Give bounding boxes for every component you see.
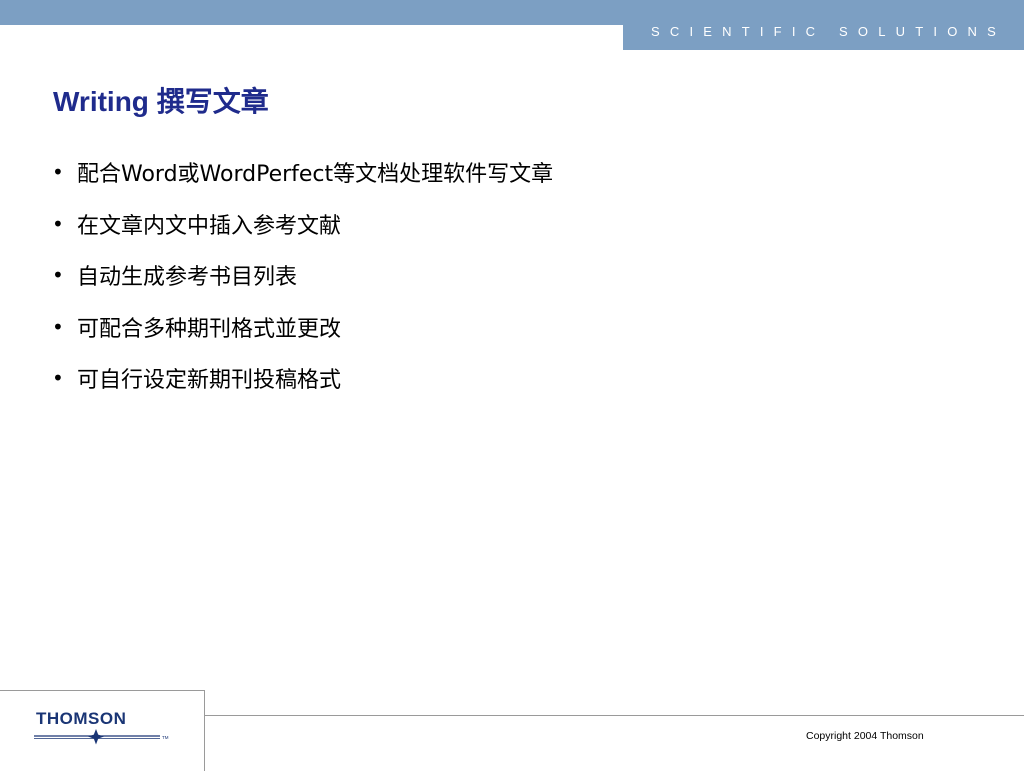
bullet-item: • 在文章内文中插入参考文献: [52, 207, 553, 241]
thomson-star-icon: TM: [34, 729, 169, 745]
bullet-marker: •: [52, 314, 64, 339]
bullet-text: 可自行设定新期刊投稿格式: [77, 368, 342, 394]
bullet-text: 在文章内文中插入参考文献: [77, 213, 342, 239]
slide-title: Writing 撰写文章: [53, 86, 269, 117]
logo-wordmark: THOMSON: [36, 709, 127, 728]
bullet-text: 配合Word或WordPerfect等文档处理软件写文章: [77, 162, 554, 187]
bullet-marker: •: [52, 263, 64, 288]
brand-tagline: SCIENTIFIC SOLUTIONS: [651, 24, 1006, 39]
logo-trademark: TM: [162, 735, 169, 740]
bullet-text: 可配合多种期刊格式並更改: [77, 316, 342, 342]
header-band: [0, 0, 1024, 25]
bullet-marker: •: [52, 366, 64, 391]
bullet-list: • 配合Word或WordPerfect等文档处理软件写文章 • 在文章内文中插…: [52, 155, 553, 413]
bullet-marker: •: [52, 160, 64, 184]
thomson-logo: THOMSON TM: [34, 709, 174, 745]
bullet-item: • 配合Word或WordPerfect等文档处理软件写文章: [52, 155, 553, 189]
footer-divider: [204, 715, 1024, 716]
bullet-item: • 自动生成参考书目列表: [52, 258, 553, 292]
bullet-text: 自动生成参考书目列表: [77, 265, 298, 291]
bullet-item: • 可自行设定新期刊投稿格式: [52, 361, 553, 395]
bullet-item: • 可配合多种期刊格式並更改: [52, 310, 553, 344]
bullet-marker: •: [52, 211, 64, 236]
copyright-text: Copyright 2004 Thomson: [806, 730, 924, 742]
